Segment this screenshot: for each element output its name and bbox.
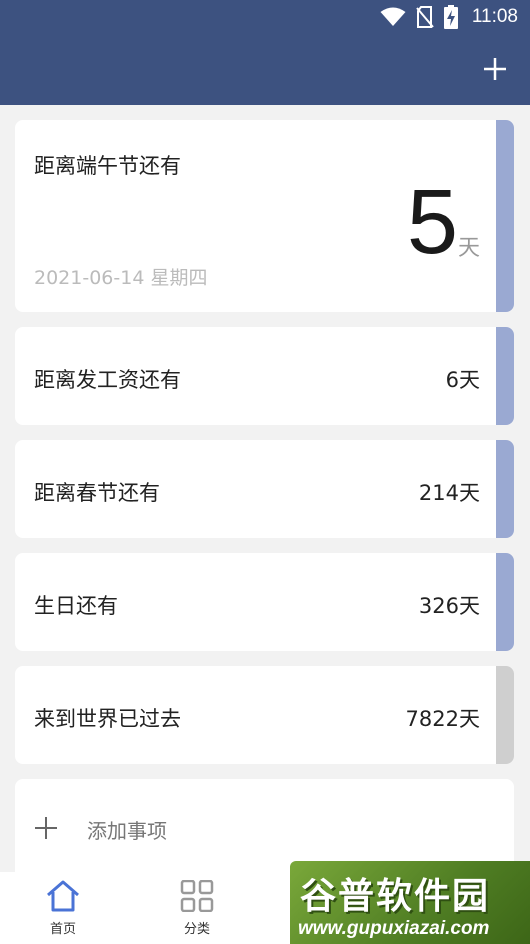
featured-event-title: 距离端午节还有: [34, 154, 181, 178]
nav-item-category[interactable]: 分类: [152, 879, 242, 937]
event-title: 生日还有: [34, 594, 118, 618]
card-stripe: [496, 666, 514, 764]
card-stripe: [496, 327, 514, 425]
event-title: 距离发工资还有: [34, 368, 181, 392]
event-days: 326天: [418, 594, 480, 618]
status-bar: 11:08: [0, 0, 530, 34]
card-stripe: [496, 440, 514, 538]
home-icon: [47, 880, 79, 912]
no-sim-icon: [416, 6, 434, 28]
plus-icon: [35, 817, 57, 839]
event-days: 7822天: [405, 707, 480, 731]
battery-charging-icon: [443, 5, 458, 29]
nav-item-home[interactable]: 首页: [18, 880, 108, 937]
event-title: 来到世界已过去: [34, 707, 181, 731]
watermark-title: 谷普软件园: [300, 876, 491, 917]
grid-icon: [180, 879, 214, 913]
add-item-label: 添加事项: [87, 819, 167, 843]
plus-icon[interactable]: [482, 56, 508, 82]
nav-label-category: 分类: [183, 922, 210, 937]
event-days: 214天: [418, 481, 480, 505]
event-card[interactable]: 距离发工资还有 6天: [15, 327, 514, 425]
nav-label-home: 首页: [49, 922, 76, 937]
featured-days-unit: 天: [457, 236, 480, 261]
featured-days-count: 5: [406, 171, 458, 273]
app-bar: 11:08: [0, 0, 530, 105]
wifi-icon: [380, 7, 406, 26]
event-card[interactable]: 来到世界已过去 7822天: [15, 666, 514, 764]
event-title: 距离春节还有: [34, 481, 160, 505]
card-stripe: [496, 553, 514, 651]
card-stripe: [496, 120, 514, 312]
watermark-logo: 谷普软件园 www.gupuxiazai.com: [290, 861, 530, 944]
featured-event-card[interactable]: 距离端午节还有 5 天 2021-06-14 星期四: [15, 120, 514, 312]
event-card[interactable]: 生日还有 326天: [15, 553, 514, 651]
event-card[interactable]: 距离春节还有 214天: [15, 440, 514, 538]
status-time: 11:08: [471, 6, 518, 27]
event-days: 6天: [445, 368, 480, 392]
featured-event-date: 2021-06-14 星期四: [34, 267, 208, 289]
watermark-url: www.gupuxiazai.com: [298, 918, 490, 939]
